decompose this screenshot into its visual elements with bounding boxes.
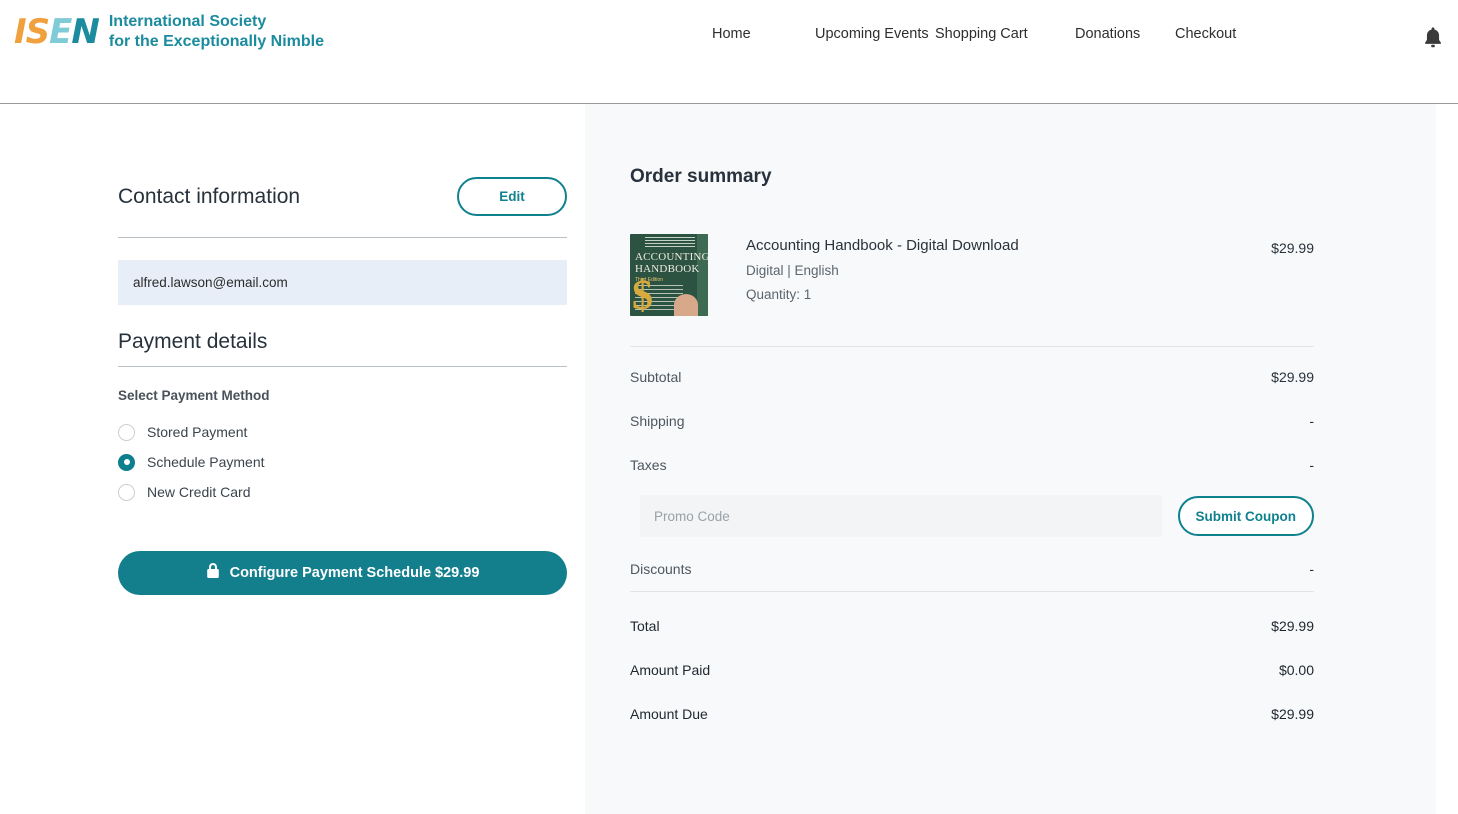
summary-value: - <box>1309 457 1314 473</box>
configure-payment-schedule-label: Configure Payment Schedule $29.99 <box>230 565 480 581</box>
logo-letter-e: E <box>49 15 71 49</box>
dollar-sign-icon: $ <box>632 278 653 314</box>
summary-value: - <box>1309 561 1314 577</box>
radio-icon-schedule-payment[interactable] <box>118 454 135 471</box>
contact-information-title: Contact information <box>118 185 300 209</box>
logo-letter-i: I <box>14 15 26 49</box>
logo-line-2: for the Exceptionally Nimble <box>109 32 324 52</box>
summary-value: $29.99 <box>1271 369 1314 385</box>
summary-value: $29.99 <box>1271 706 1314 722</box>
order-item-quantity: Quantity: 1 <box>746 287 1271 302</box>
promo-code-input[interactable] <box>640 495 1162 537</box>
summary-divider <box>630 591 1314 592</box>
contact-information-header: Contact information Edit <box>118 177 567 238</box>
page-body: Contact information Edit Payment details… <box>0 104 1458 814</box>
logo-line-1: International Society <box>109 12 324 32</box>
payment-option-stored-payment[interactable]: Stored Payment <box>118 417 585 447</box>
logo-letter-s: S <box>26 15 50 49</box>
cover-title-line-1: ACCOUNTING <box>635 252 708 263</box>
summary-label: Amount Paid <box>630 662 710 678</box>
configure-payment-schedule-button[interactable]: Configure Payment Schedule $29.99 <box>118 551 567 595</box>
payment-option-new-credit-card[interactable]: New Credit Card <box>118 477 585 507</box>
summary-label: Discounts <box>630 561 691 577</box>
nav-item-donations[interactable]: Donations <box>1075 26 1175 42</box>
summary-row-taxes: Taxes - <box>630 443 1314 487</box>
payment-option-label: Stored Payment <box>147 424 247 440</box>
order-item-details: Accounting Handbook - Digital Download D… <box>708 234 1271 302</box>
payment-option-label: Schedule Payment <box>147 454 265 470</box>
summary-row-discounts: Discounts - <box>630 547 1314 591</box>
payment-option-label: New Credit Card <box>147 484 250 500</box>
radio-icon-new-credit-card[interactable] <box>118 484 135 501</box>
payment-details-header: Payment details <box>118 330 567 367</box>
logo-letter-n: N <box>71 15 98 49</box>
site-header: I S E N International Society for the Ex… <box>0 0 1458 104</box>
logo-wordmark: International Society for the Exceptiona… <box>109 11 324 53</box>
summary-totals: Total $29.99 Amount Paid $0.00 Amount Du… <box>630 604 1314 736</box>
summary-label: Shipping <box>630 413 685 429</box>
nav-item-checkout[interactable]: Checkout <box>1175 26 1235 42</box>
cover-portrait <box>674 294 698 316</box>
summary-row-amount-due: Amount Due $29.99 <box>630 692 1314 736</box>
order-item-price: $29.99 <box>1271 234 1314 256</box>
checkout-form-column: Contact information Edit Payment details… <box>0 104 585 814</box>
summary-value: $29.99 <box>1271 618 1314 634</box>
nav-item-shopping-cart[interactable]: Shopping Cart <box>935 26 1075 42</box>
summary-row-amount-paid: Amount Paid $0.00 <box>630 648 1314 692</box>
payment-option-schedule-payment[interactable]: Schedule Payment <box>118 447 585 477</box>
order-item-name: Accounting Handbook - Digital Download <box>746 237 1271 254</box>
edit-contact-button[interactable]: Edit <box>457 177 567 216</box>
summary-label: Amount Due <box>630 706 708 722</box>
order-summary-title: Order summary <box>630 166 1314 188</box>
summary-label: Taxes <box>630 457 667 473</box>
logo-mark: I S E N <box>14 15 99 49</box>
main-navigation: Home Upcoming Events Shopping Cart Donat… <box>712 26 1235 42</box>
payment-details-title: Payment details <box>118 330 567 354</box>
order-line-item: ACCOUNTING HANDBOOK Third Edition $ Acco… <box>630 234 1314 347</box>
order-summary-panel: Order summary ACCOUNTING HANDBOOK Third … <box>585 104 1436 814</box>
site-logo[interactable]: I S E N International Society for the Ex… <box>14 11 324 53</box>
summary-value: $0.00 <box>1279 662 1314 678</box>
summary-label: Subtotal <box>630 369 681 385</box>
summary-row-shipping: Shipping - <box>630 399 1314 443</box>
order-item-format: Digital | English <box>746 263 1271 278</box>
email-field[interactable] <box>118 260 567 305</box>
payment-method-radio-group: Stored Payment Schedule Payment New Cred… <box>118 417 585 507</box>
radio-icon-stored-payment[interactable] <box>118 424 135 441</box>
nav-item-upcoming-events[interactable]: Upcoming Events <box>815 26 935 42</box>
submit-coupon-button[interactable]: Submit Coupon <box>1178 496 1314 536</box>
summary-row-total: Total $29.99 <box>630 604 1314 648</box>
notification-bell-icon[interactable] <box>1420 25 1446 51</box>
promo-code-row: Submit Coupon <box>640 495 1314 537</box>
summary-label: Total <box>630 618 660 634</box>
summary-row-subtotal: Subtotal $29.99 <box>630 355 1314 399</box>
product-thumbnail-accounting-handbook: ACCOUNTING HANDBOOK Third Edition $ <box>630 234 708 316</box>
select-payment-method-label: Select Payment Method <box>118 388 585 403</box>
summary-value: - <box>1309 413 1314 429</box>
lock-icon <box>206 563 220 583</box>
nav-item-home[interactable]: Home <box>712 26 815 42</box>
